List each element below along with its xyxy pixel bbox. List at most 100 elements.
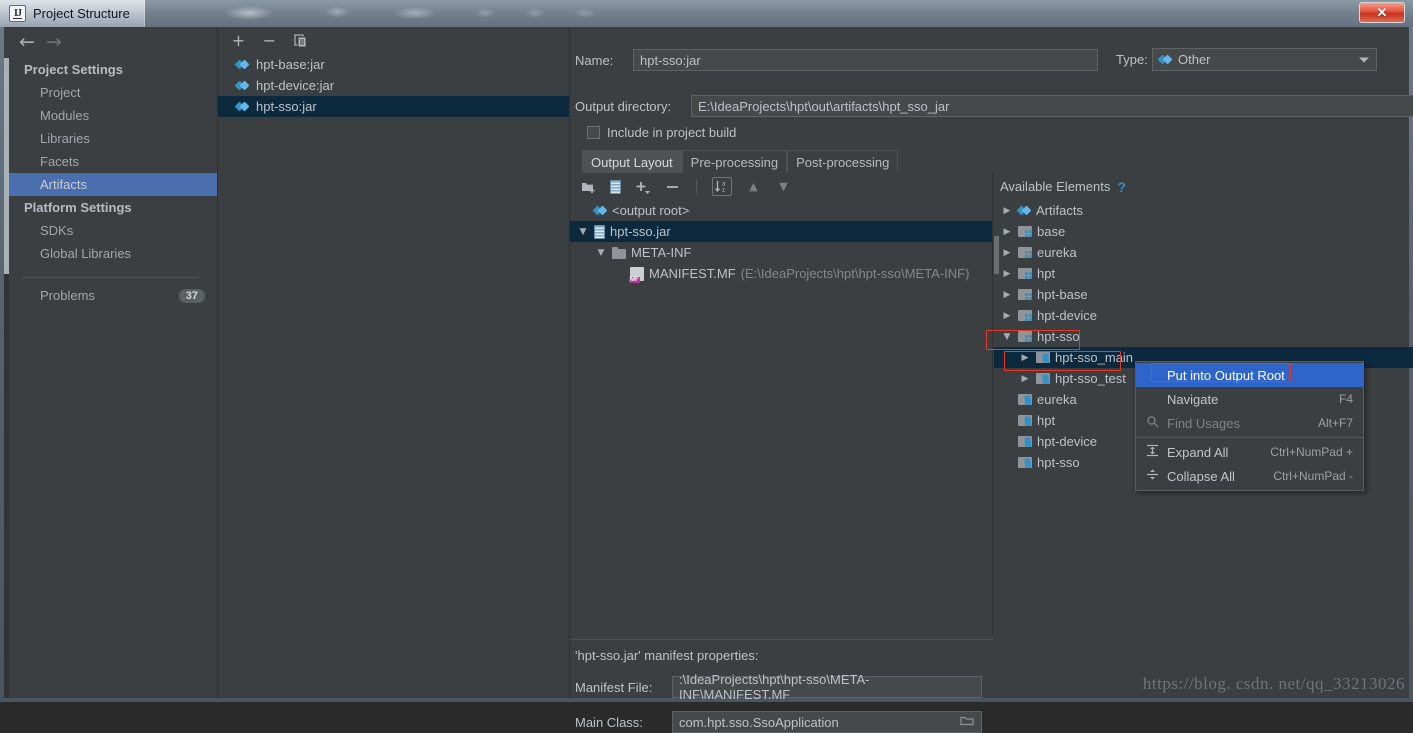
menu-item-navigate[interactable]: Navigate F4 xyxy=(1136,387,1363,411)
sidebar-scrollbar[interactable] xyxy=(4,58,9,698)
menu-label: Find Usages xyxy=(1167,415,1240,431)
sidebar-group-project-settings: Project Settings xyxy=(24,62,123,77)
tab-output-layout[interactable]: Output Layout xyxy=(582,150,682,173)
type-field-row: Type: Other xyxy=(1116,48,1377,71)
tab-pre-processing[interactable]: Pre-processing xyxy=(681,150,788,173)
tree-twisty-collapsed[interactable]: ▶ xyxy=(1019,374,1031,384)
artifact-list-item[interactable]: hpt-sso:jar xyxy=(218,96,569,117)
available-tree-row[interactable]: ▶ hpt xyxy=(994,263,1413,284)
module-icon xyxy=(1018,225,1032,238)
main-class-value: com.hpt.sso.SsoApplication xyxy=(679,714,839,730)
tree-twisty-collapsed[interactable]: ▶ xyxy=(1001,248,1013,258)
include-in-build-label: Include in project build xyxy=(607,125,737,140)
copy-artifact-icon[interactable] xyxy=(292,32,309,49)
menu-item-expand-all[interactable]: Expand All Ctrl+NumPad + xyxy=(1136,440,1363,464)
move-down-icon[interactable]: ▼ xyxy=(775,178,792,195)
remove-element-icon[interactable] xyxy=(664,178,681,195)
menu-item-put-into-output-root[interactable]: Put into Output Root xyxy=(1136,363,1363,387)
tree-twisty-expanded[interactable]: ▼ xyxy=(595,248,607,258)
layout-tree-row[interactable]: ▼ META-INF xyxy=(570,242,992,263)
sort-az-icon[interactable]: a z xyxy=(712,177,732,196)
tree-twisty-expanded[interactable]: ▼ xyxy=(1001,332,1013,342)
available-tree-row[interactable]: ▶ base xyxy=(994,221,1413,242)
minimize-button[interactable] xyxy=(1301,3,1330,23)
problems-count-badge: 37 xyxy=(178,288,205,303)
back-arrow-icon[interactable]: ← xyxy=(19,33,35,52)
artifact-list-item[interactable]: hpt-base:jar xyxy=(218,54,569,75)
sidebar-item-global-libraries[interactable]: Global Libraries xyxy=(4,242,217,265)
add-archive-icon[interactable] xyxy=(610,179,621,194)
module-icon xyxy=(1018,309,1032,322)
layout-tree-row[interactable]: MANIFEST.MF (E:\IdeaProjects\hpt\hpt-sso… xyxy=(570,263,992,284)
jar-artifact-icon xyxy=(234,58,250,71)
module-icon xyxy=(1018,246,1032,259)
tab-post-processing[interactable]: Post-processing xyxy=(787,150,899,173)
window-controls: ✕ xyxy=(1301,2,1405,23)
type-combobox[interactable]: Other xyxy=(1152,48,1377,71)
output-directory-row: Output directory: E:\IdeaProjects\hpt\ou… xyxy=(575,95,1413,117)
sidebar-item-artifacts[interactable]: Artifacts xyxy=(4,173,217,196)
available-tree-row-hpt-sso[interactable]: ▼ hpt-sso xyxy=(994,326,1413,347)
sidebar-item-sdks[interactable]: SDKs xyxy=(4,219,217,242)
name-field-row: Name: hpt-sso:jar xyxy=(575,49,1098,71)
available-elements-scrollbar-thumb[interactable] xyxy=(994,236,999,274)
available-tree-row[interactable]: ▶ eureka xyxy=(994,242,1413,263)
artifacts-toolbar: + − xyxy=(218,27,569,54)
menu-shortcut: Ctrl+NumPad - xyxy=(1273,469,1353,483)
jar-artifact-icon xyxy=(234,79,250,92)
layout-tree-row[interactable]: <output root> xyxy=(570,200,992,221)
tree-twisty-collapsed[interactable]: ▶ xyxy=(1001,206,1013,216)
tree-twisty-collapsed[interactable]: ▶ xyxy=(1001,290,1013,300)
manifest-file-input[interactable]: :\IdeaProjects\hpt\hpt-sso\META-INF\MANI… xyxy=(672,672,982,702)
add-artifact-icon[interactable]: + xyxy=(230,31,247,50)
sidebar-item-problems[interactable]: Problems 37 xyxy=(4,278,217,303)
available-row-label: eureka xyxy=(1037,245,1077,260)
sidebar-item-facets[interactable]: Facets xyxy=(4,150,217,173)
sidebar-item-modules[interactable]: Modules xyxy=(4,104,217,127)
menu-item-collapse-all[interactable]: Collapse All Ctrl+NumPad - xyxy=(1136,464,1363,488)
menu-label: Collapse All xyxy=(1167,468,1235,484)
available-row-label: eureka xyxy=(1037,392,1077,407)
output-directory-input[interactable]: E:\IdeaProjects\hpt\out\artifacts\hpt_ss… xyxy=(691,95,1413,117)
forward-arrow-icon[interactable]: → xyxy=(46,33,62,52)
window-title: Project Structure xyxy=(33,6,130,21)
move-up-icon[interactable]: ▲ xyxy=(745,178,762,195)
name-label: Name: xyxy=(575,52,614,68)
browse-main-class-icon[interactable] xyxy=(960,715,974,730)
tree-twisty-expanded[interactable]: ▼ xyxy=(577,227,589,237)
main-class-input[interactable]: com.hpt.sso.SsoApplication xyxy=(672,711,982,733)
title-bar-label-group: IJ Project Structure xyxy=(0,0,145,27)
help-icon[interactable]: ? xyxy=(1117,179,1126,195)
tree-twisty-collapsed[interactable]: ▶ xyxy=(1019,353,1031,363)
tree-twisty-collapsed[interactable]: ▶ xyxy=(1001,311,1013,321)
menu-label: Expand All xyxy=(1167,444,1229,460)
include-in-build-checkbox[interactable] xyxy=(587,126,600,139)
include-in-build-row[interactable]: Include in project build xyxy=(587,125,736,140)
remove-artifact-icon[interactable]: − xyxy=(261,31,278,50)
tree-twisty-collapsed[interactable]: ▶ xyxy=(1001,269,1013,279)
layout-tree-row[interactable]: ▼ hpt-sso.jar xyxy=(570,221,992,242)
close-button[interactable]: ✕ xyxy=(1359,2,1405,23)
problems-label: Problems xyxy=(40,288,95,303)
add-element-icon[interactable] xyxy=(634,178,651,195)
output-directory-value: E:\IdeaProjects\hpt\out\artifacts\hpt_ss… xyxy=(698,98,950,114)
available-row-label: hpt-sso xyxy=(1037,329,1080,344)
artifact-list-item[interactable]: hpt-device:jar xyxy=(218,75,569,96)
title-bar: IJ Project Structure ✕ xyxy=(0,0,1413,27)
sidebar-scrollbar-thumb[interactable] xyxy=(4,58,9,274)
module-icon xyxy=(1018,330,1032,343)
menu-label: Put into Output Root xyxy=(1167,367,1285,383)
type-value: Other xyxy=(1178,52,1211,67)
manifest-file-label: Manifest File: xyxy=(575,679,653,695)
name-input[interactable]: hpt-sso:jar xyxy=(633,49,1098,71)
available-row-label: hpt-sso_test xyxy=(1055,371,1126,386)
available-tree-row[interactable]: ▶ hpt-device xyxy=(994,305,1413,326)
sidebar-item-project[interactable]: Project xyxy=(4,81,217,104)
svg-text:a: a xyxy=(722,182,726,188)
tree-twisty-collapsed[interactable]: ▶ xyxy=(1001,227,1013,237)
maximize-button[interactable] xyxy=(1330,3,1359,23)
add-directory-icon[interactable] xyxy=(580,178,597,195)
available-tree-row[interactable]: ▶ Artifacts xyxy=(994,200,1413,221)
sidebar-item-libraries[interactable]: Libraries xyxy=(4,127,217,150)
available-tree-row[interactable]: ▶ hpt-base xyxy=(994,284,1413,305)
